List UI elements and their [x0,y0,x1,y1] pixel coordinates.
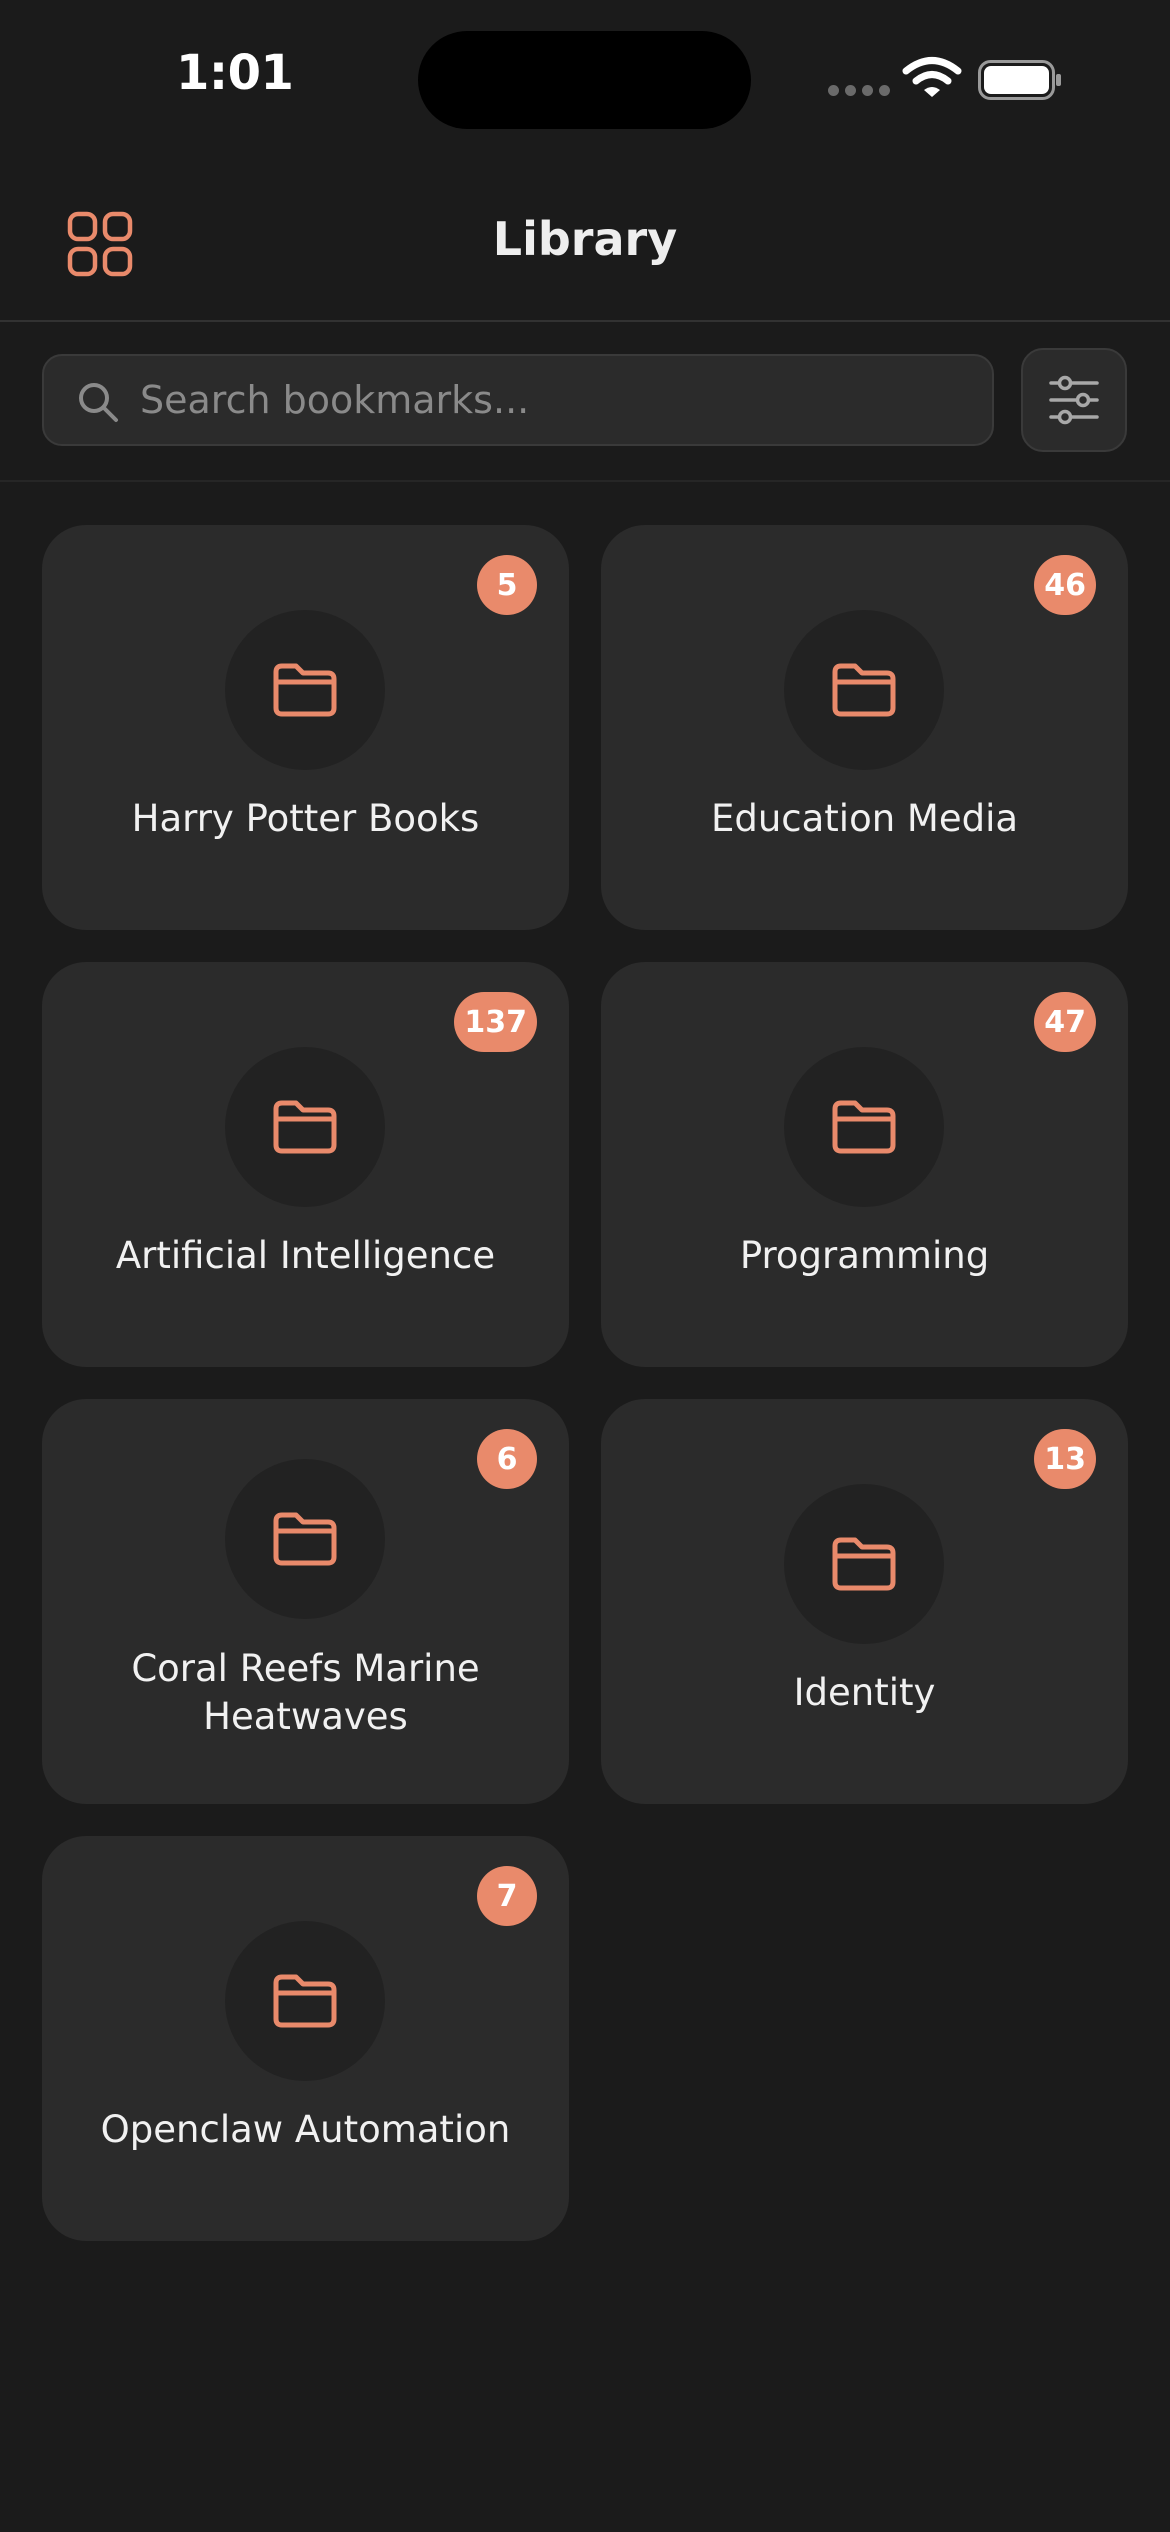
navigation-bar: Library [0,160,1170,322]
count-badge: 46 [1034,555,1096,615]
folder-icon [832,663,896,717]
count-badge: 47 [1034,992,1096,1052]
folder-name: Identity [793,1671,936,1714]
folder-card-programming[interactable]: 47 Programming [601,962,1128,1367]
folder-name: Education Media [710,797,1019,840]
count-badge: 5 [477,555,537,615]
folder-name: Harry Potter Books [131,797,480,840]
count-badge: 7 [477,1866,537,1926]
folder-icon [273,1974,337,2028]
folder-name: Programming [739,1234,990,1277]
count-badge: 137 [454,992,537,1052]
folder-icon-circle [784,1484,944,1644]
search-icon [79,383,118,422]
folder-card-identity[interactable]: 13 Identity [601,1399,1128,1804]
status-bar: 1:01 [0,0,1170,160]
folder-icon [832,1100,896,1154]
filter-button[interactable] [1021,348,1127,452]
folder-card-artificial-intelligence[interactable]: 137 Artificial Intelligence [42,962,569,1367]
folder-icon-circle [225,1047,385,1207]
folder-icon [832,1537,896,1591]
cellular-signal-icon [828,85,890,97]
folder-card-harry-potter-books[interactable]: 5 Harry Potter Books [42,525,569,930]
sliders-icon [1049,375,1099,425]
folder-name: Openclaw Automation [100,2108,511,2151]
folder-icon [273,1100,337,1154]
folder-icon-circle [784,1047,944,1207]
folder-icon-circle [225,610,385,770]
count-badge: 6 [477,1429,537,1489]
folder-icon [273,663,337,717]
status-time: 1:01 [176,45,294,101]
search-input[interactable] [140,356,970,444]
wifi-icon [902,57,962,97]
folder-icon [273,1512,337,1566]
folder-name: Coral Reefs Marine Heatwaves [131,1647,480,1738]
search-section [0,322,1170,482]
folder-icon-circle [225,1921,385,2081]
page-title: Library [492,212,678,266]
dynamic-island [418,31,751,129]
folder-icon-circle [225,1459,385,1619]
folder-name: Artificial Intelligence [115,1234,496,1277]
search-bar[interactable] [42,354,994,446]
folder-card-openclaw-automation[interactable]: 7 Openclaw Automation [42,1836,569,2241]
battery-icon [978,60,1061,100]
folder-card-education-media[interactable]: 46 Education Media [601,525,1128,930]
folder-card-coral-reefs-marine-heatwaves[interactable]: 6 Coral Reefs Marine Heatwaves [42,1399,569,1804]
count-badge: 13 [1034,1429,1096,1489]
folder-icon-circle [784,610,944,770]
